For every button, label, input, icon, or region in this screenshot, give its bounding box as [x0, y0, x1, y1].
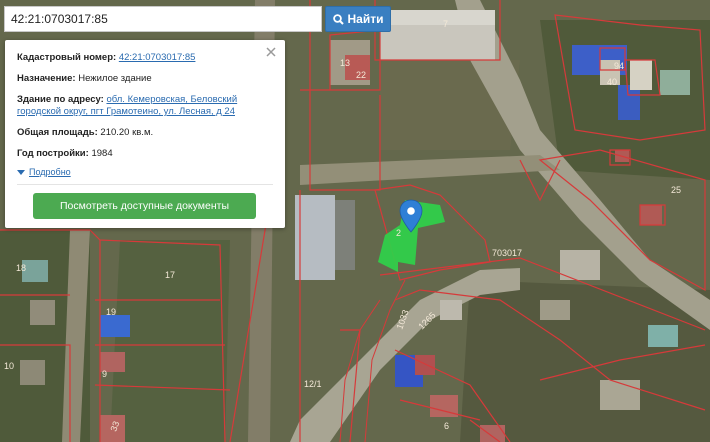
quarter-label: 703017 [492, 248, 522, 258]
search-button-label: Найти [347, 12, 384, 26]
cadastral-number-row: Кадастровый номер: 42:21:0703017:85 [17, 52, 273, 64]
area-row: Общая площадь: 210.20 кв.м. [17, 127, 273, 139]
search-button[interactable]: Найти [325, 6, 391, 32]
parcel-info-popup: Кадастровый номер: 42:21:0703017:85 Назн… [5, 40, 285, 228]
details-label: Подробно [29, 167, 71, 177]
year-row: Год постройки: 1984 [17, 148, 273, 160]
parcel-label: 13 [340, 58, 350, 68]
parcel-label: 25 [671, 185, 681, 195]
caret-down-icon [17, 169, 25, 175]
parcel-label: 94 [614, 61, 624, 71]
parcel-label: 40 [607, 77, 617, 87]
search-bar: Найти [4, 6, 391, 32]
purpose-row: Назначение: Нежилое здание [17, 73, 273, 85]
search-input[interactable] [4, 6, 322, 32]
cadastral-number-label: Кадастровый номер: [17, 52, 117, 63]
parcel-label: 6 [444, 421, 449, 431]
search-icon [332, 13, 344, 25]
purpose-label: Назначение: [17, 73, 76, 84]
details-toggle[interactable]: Подробно [17, 167, 273, 177]
parcel-label: 9 [102, 369, 107, 379]
year-value: 1984 [91, 148, 113, 159]
view-documents-button[interactable]: Посмотреть доступные документы [33, 193, 256, 219]
address-label: Здание по адресу: [17, 94, 104, 105]
parcel-label: 12/1 [304, 379, 322, 389]
cadastral-number-link[interactable]: 42:21:0703017:85 [119, 52, 196, 63]
divider [17, 184, 273, 185]
address-row: Здание по адресу: обл. Кемеровская, Бело… [17, 94, 272, 118]
parcel-label: 22 [356, 70, 366, 80]
parcel-label: 19 [106, 307, 116, 317]
year-label: Год постройки: [17, 148, 89, 159]
parcel-label: 2 [396, 228, 401, 238]
parcel-label: 17 [165, 270, 175, 280]
area-value: 210.20 кв.м. [100, 127, 154, 138]
parcel-label: 10 [4, 361, 14, 371]
purpose-value: Нежилое здание [78, 73, 152, 84]
parcel-label: 7 [443, 19, 448, 29]
parcel-label: 18 [16, 263, 26, 273]
area-label: Общая площадь: [17, 127, 98, 138]
close-icon[interactable] [265, 46, 277, 58]
